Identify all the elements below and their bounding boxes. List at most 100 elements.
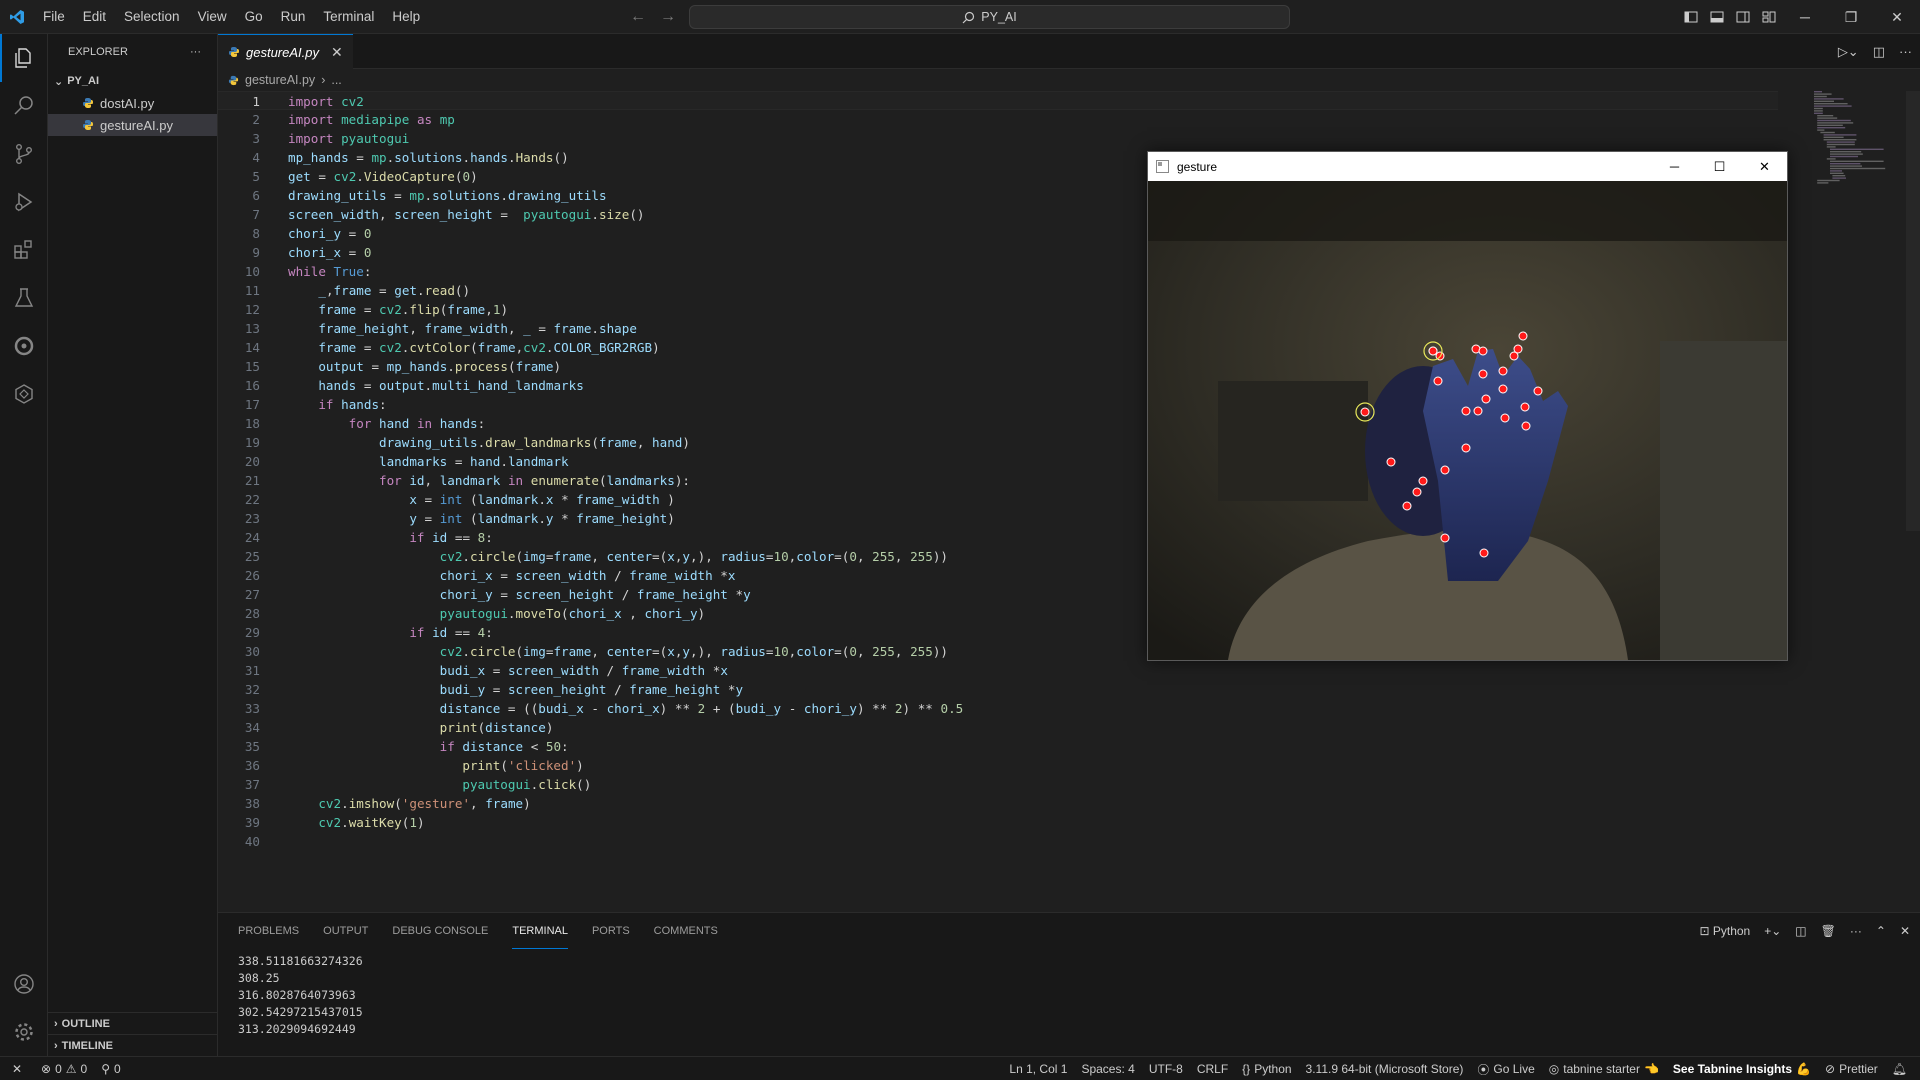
split-editor-icon[interactable]: ◫ — [1873, 44, 1885, 60]
tabnine-icon[interactable] — [0, 322, 48, 370]
code-text: frame = cv2.flip(frame,1) — [318, 302, 509, 317]
restore-icon[interactable]: ❐ — [1828, 0, 1874, 34]
line-number: 28 — [244, 606, 260, 621]
minimap-line — [1826, 143, 1855, 146]
line-number: 8 — [252, 226, 260, 241]
minimap-line — [1817, 179, 1840, 182]
breadcrumb-symbol[interactable]: ... — [331, 73, 341, 87]
code-text: if id == 8: — [409, 530, 493, 545]
toggle-primary-sidebar-icon[interactable] — [1678, 0, 1704, 34]
gesture-close-icon[interactable]: ✕ — [1742, 152, 1787, 181]
toggle-panel-icon[interactable] — [1704, 0, 1730, 34]
line-number: 38 — [244, 796, 260, 811]
go-live[interactable]: ⦿ Go Live — [1470, 1057, 1541, 1080]
source-control-icon[interactable] — [0, 130, 48, 178]
tab-problems[interactable]: PROBLEMS — [238, 913, 299, 949]
command-center-search[interactable]: PY_AI — [689, 5, 1290, 29]
file-gestureai[interactable]: gestureAI.py — [48, 114, 217, 136]
prettier-status[interactable]: ⊘ Prettier — [1818, 1057, 1885, 1080]
remote-explorer-icon[interactable] — [0, 370, 48, 418]
more-actions-icon[interactable]: ··· — [1899, 44, 1912, 59]
minimap-line — [1830, 151, 1862, 153]
tab-gestureai[interactable]: gestureAI.py ✕ — [218, 34, 353, 69]
code-text: chori_x = screen_width / frame_width *x — [439, 568, 736, 583]
minimap-line — [1830, 148, 1884, 150]
line-number: 9 — [252, 245, 260, 260]
run-debug-icon[interactable] — [0, 178, 48, 226]
gesture-minimize-icon[interactable]: ─ — [1652, 152, 1697, 181]
cursor-position[interactable]: Ln 1, Col 1 — [1002, 1057, 1074, 1080]
timeline-section[interactable]: › TIMELINE — [48, 1034, 218, 1056]
python-file-icon — [83, 98, 93, 108]
run-python-file-icon[interactable]: ▷⌄ — [1838, 44, 1859, 60]
terminal-profile[interactable]: ⊡ Python — [1699, 924, 1750, 938]
kill-terminal-icon[interactable]: 🗑 — [1821, 924, 1836, 938]
settings-gear-icon[interactable] — [0, 1008, 48, 1056]
tab-comments[interactable]: COMMENTS — [654, 913, 718, 949]
terminal-icon: ⊡ — [1699, 924, 1710, 938]
close-tab-icon[interactable]: ✕ — [331, 44, 343, 61]
tab-debug-console[interactable]: DEBUG CONSOLE — [392, 913, 488, 949]
panel-actions: ⊡ Python +⌄ ◫ 🗑 ··· ⌃ ✕ — [1699, 913, 1910, 949]
menu-go[interactable]: Go — [236, 0, 272, 34]
code-line: 39 cv2.waitKey(1) — [218, 813, 1778, 832]
tab-ports[interactable]: PORTS — [592, 913, 630, 949]
maximize-panel-icon[interactable]: ⌃ — [1876, 924, 1886, 938]
menu-file[interactable]: File — [34, 0, 74, 34]
file-dostai[interactable]: dostAI.py — [48, 92, 217, 114]
account-icon[interactable] — [0, 960, 48, 1008]
close-icon[interactable]: ✕ — [1874, 0, 1920, 34]
minimap[interactable] — [1814, 91, 1904, 191]
notifications-bell-icon[interactable]: 🔔︎ — [1885, 1057, 1914, 1080]
more-actions-icon[interactable]: ··· — [190, 46, 201, 58]
outline-section[interactable]: › OUTLINE — [48, 1012, 218, 1034]
menu-run[interactable]: Run — [272, 0, 315, 34]
menu-edit[interactable]: Edit — [74, 0, 115, 34]
folder-py-ai[interactable]: ⌄ PY_AI — [48, 70, 217, 92]
indentation[interactable]: Spaces: 4 — [1074, 1057, 1141, 1080]
ports-status[interactable]: ⚲ 0 — [94, 1057, 127, 1080]
minimap-line — [1814, 93, 1832, 95]
remote-indicator-icon[interactable]: ✕ — [0, 1057, 34, 1080]
testing-icon[interactable] — [0, 274, 48, 322]
end-of-line[interactable]: CRLF — [1190, 1057, 1235, 1080]
breadcrumb-file[interactable]: gestureAI.py — [245, 73, 315, 87]
python-interpreter[interactable]: 3.11.9 64-bit (Microsoft Store) — [1299, 1057, 1471, 1080]
tabnine-insights[interactable]: See Tabnine Insights 💪 — [1666, 1057, 1818, 1080]
minimap-line — [1826, 146, 1836, 148]
landmark-point — [1478, 346, 1488, 356]
minimap-line — [1830, 165, 1862, 167]
menu-selection[interactable]: Selection — [115, 0, 189, 34]
gesture-maximize-icon[interactable]: ☐ — [1697, 152, 1742, 181]
toggle-secondary-sidebar-icon[interactable] — [1730, 0, 1756, 34]
code-text: frame_height, frame_width, _ = frame.sha… — [318, 321, 637, 336]
menu-help[interactable]: Help — [383, 0, 429, 34]
encoding[interactable]: UTF-8 — [1142, 1057, 1190, 1080]
extensions-icon[interactable] — [0, 226, 48, 274]
tabnine-status[interactable]: ◎ tabnine starter 👈 — [1542, 1057, 1666, 1080]
gesture-window-titlebar[interactable]: gesture ─ ☐ ✕ — [1148, 152, 1787, 181]
terminal-output[interactable]: 338.51181663274326 308.25 316.8028764073… — [218, 949, 1920, 1038]
forward-arrow-icon[interactable]: → — [660, 8, 676, 26]
tab-terminal[interactable]: TERMINAL — [512, 913, 568, 949]
minimize-icon[interactable]: ─ — [1782, 0, 1828, 34]
problems-status[interactable]: ⊗ 0 ⚠ 0 — [34, 1057, 94, 1080]
search-text: PY_AI — [981, 10, 1017, 24]
menu-view[interactable]: View — [189, 0, 236, 34]
search-icon[interactable] — [0, 82, 48, 130]
close-panel-icon[interactable]: ✕ — [1900, 924, 1910, 938]
explorer-icon[interactable] — [0, 34, 48, 82]
warning-count: 0 — [80, 1061, 88, 1076]
menu-terminal[interactable]: Terminal — [314, 0, 383, 34]
minimap-line — [1814, 110, 1823, 112]
minimap-line — [1814, 107, 1823, 110]
split-terminal-icon[interactable]: ◫ — [1795, 924, 1806, 938]
ceiling — [1148, 181, 1787, 241]
more-actions-icon[interactable]: ··· — [1850, 924, 1862, 938]
language-mode[interactable]: {} Python — [1235, 1057, 1298, 1080]
tab-output[interactable]: OUTPUT — [323, 913, 368, 949]
new-terminal-icon[interactable]: +⌄ — [1764, 924, 1781, 938]
customize-layout-icon[interactable] — [1756, 0, 1782, 34]
editor-scrollbar[interactable] — [1906, 91, 1920, 531]
back-arrow-icon[interactable]: ← — [630, 8, 646, 26]
